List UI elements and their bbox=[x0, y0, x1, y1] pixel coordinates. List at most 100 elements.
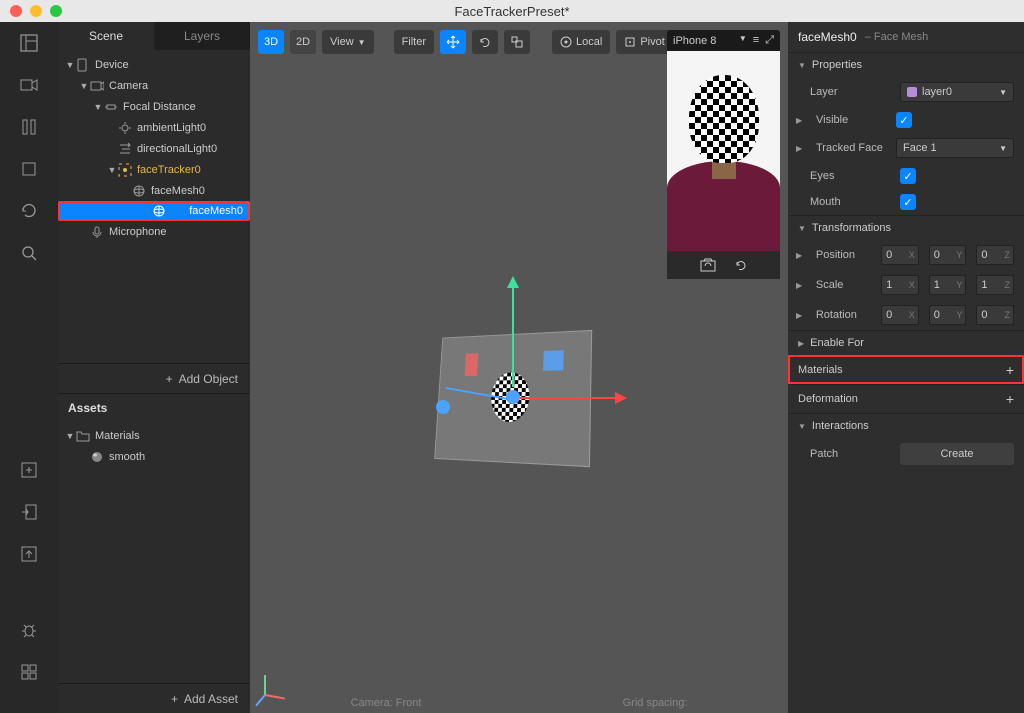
tree-item-facemesh0[interactable]: faceMesh0 bbox=[58, 180, 250, 201]
chevron-right-icon[interactable]: ▶ bbox=[796, 116, 806, 125]
section-transformations[interactable]: ▼Transformations bbox=[788, 215, 1024, 240]
zoom-window-button[interactable] bbox=[50, 5, 62, 17]
gizmo-x-axis[interactable] bbox=[515, 397, 615, 399]
chevron-down-icon[interactable]: ▼ bbox=[64, 60, 76, 70]
minimize-window-button[interactable] bbox=[30, 5, 42, 17]
tree-item-label: Camera bbox=[109, 80, 148, 92]
position-x-input[interactable]: 0X bbox=[881, 245, 919, 265]
tree-item-materials[interactable]: ▼Materials bbox=[58, 425, 250, 446]
mode-2d-button[interactable]: 2D bbox=[290, 30, 316, 54]
rotation-label: Rotation bbox=[816, 309, 871, 321]
focal-icon bbox=[104, 100, 118, 114]
mode-3d-button[interactable]: 3D bbox=[258, 30, 284, 54]
tree-item-microphone[interactable]: Microphone bbox=[58, 221, 250, 242]
section-properties[interactable]: ▼Properties bbox=[788, 52, 1024, 77]
tab-scene[interactable]: Scene bbox=[58, 22, 154, 50]
scale-z-input[interactable]: 1Z bbox=[976, 275, 1014, 295]
tree-item-facemesh0[interactable]: faceMesh0 bbox=[58, 201, 250, 221]
add-asset-button[interactable]: + Add Asset bbox=[58, 683, 250, 713]
add-object-button[interactable]: + Add Object bbox=[58, 363, 250, 393]
tree-item-ambientlight0[interactable]: ambientLight0 bbox=[58, 117, 250, 138]
position-label: Position bbox=[816, 249, 871, 261]
scale-label: Scale bbox=[816, 279, 871, 291]
rotation-z-input[interactable]: 0Z bbox=[976, 305, 1014, 325]
mouth-checkbox[interactable]: ✓ bbox=[900, 194, 916, 210]
layer-select[interactable]: layer0▼ bbox=[900, 82, 1014, 102]
local-toggle[interactable]: Local bbox=[552, 30, 610, 54]
upload-icon[interactable] bbox=[18, 543, 40, 565]
close-window-button[interactable] bbox=[10, 5, 22, 17]
preview-device-label[interactable]: iPhone 8 bbox=[673, 35, 716, 47]
move-tool-button[interactable] bbox=[440, 30, 466, 54]
rotation-x-input[interactable]: 0X bbox=[881, 305, 919, 325]
chevron-down-icon[interactable]: ▼ bbox=[78, 81, 90, 91]
tree-item-directionallight0[interactable]: directionalLight0 bbox=[58, 138, 250, 159]
menu-icon[interactable]: ≡ bbox=[753, 34, 759, 47]
chevron-down-icon: ▼ bbox=[798, 224, 806, 233]
visible-checkbox[interactable]: ✓ bbox=[896, 112, 912, 128]
scale-tool-button[interactable] bbox=[504, 30, 530, 54]
chevron-down-icon[interactable]: ▼ bbox=[106, 165, 118, 175]
add-material-button[interactable]: + bbox=[1006, 362, 1014, 378]
scale-y-input[interactable]: 1Y bbox=[929, 275, 967, 295]
chevron-right-icon[interactable]: ▶ bbox=[796, 281, 806, 290]
row-eyes: Eyes ✓ bbox=[788, 163, 1024, 189]
chevron-down-icon[interactable]: ▼ bbox=[64, 431, 76, 441]
viewport-footer: Camera: Front Grid spacing: bbox=[250, 697, 788, 709]
chevron-down-icon[interactable]: ▼ bbox=[92, 102, 104, 112]
rotate-tool-button[interactable] bbox=[472, 30, 498, 54]
export-icon[interactable] bbox=[18, 501, 40, 523]
viewport-3d[interactable]: 3D 2D View▼ Filter Local Pivot iPhone 8 … bbox=[250, 22, 788, 713]
tab-layers[interactable]: Layers bbox=[154, 22, 250, 50]
bug-icon[interactable] bbox=[18, 619, 40, 641]
gizmo-y-axis[interactable] bbox=[512, 287, 514, 387]
add-deformation-button[interactable]: + bbox=[1006, 391, 1014, 407]
assets-panel: Assets ▼Materialssmooth + Add Asset bbox=[58, 393, 250, 713]
scale-x-input[interactable]: 1X bbox=[881, 275, 919, 295]
chevron-down-icon: ▼ bbox=[999, 88, 1007, 97]
eyes-checkbox[interactable]: ✓ bbox=[900, 168, 916, 184]
filter-dropdown[interactable]: Filter bbox=[394, 30, 434, 54]
inspector-object-name[interactable]: faceMesh0 bbox=[798, 30, 857, 44]
pivot-toggle[interactable]: Pivot bbox=[616, 30, 672, 54]
chevron-right-icon[interactable]: ▶ bbox=[796, 311, 806, 320]
video-icon[interactable] bbox=[18, 74, 40, 96]
tree-item-device[interactable]: ▼Device bbox=[58, 54, 250, 75]
chevron-down-icon: ▼ bbox=[358, 38, 366, 47]
camera-switch-icon[interactable] bbox=[700, 258, 716, 272]
chevron-down-icon[interactable]: ▼ bbox=[739, 34, 747, 47]
tree-item-facetracker0[interactable]: ▼faceTracker0 bbox=[58, 159, 250, 180]
chevron-right-icon: ▶ bbox=[798, 339, 804, 348]
section-interactions[interactable]: ▼Interactions bbox=[788, 413, 1024, 438]
section-deformation[interactable]: Deformation+ bbox=[788, 384, 1024, 413]
create-patch-button[interactable]: Create bbox=[900, 443, 1014, 465]
scene-object-blue bbox=[543, 350, 564, 371]
tree-item-camera[interactable]: ▼ Camera bbox=[58, 75, 250, 96]
preview-image bbox=[667, 51, 780, 251]
tree-item-focal-distance[interactable]: ▼Focal Distance bbox=[58, 96, 250, 117]
pause-icon[interactable] bbox=[18, 116, 40, 138]
rotation-y-input[interactable]: 0Y bbox=[929, 305, 967, 325]
position-y-input[interactable]: 0Y bbox=[929, 245, 967, 265]
expand-icon[interactable]: ⤢ bbox=[765, 34, 774, 47]
search-icon[interactable] bbox=[18, 242, 40, 264]
section-enable-for[interactable]: ▶Enable For bbox=[788, 330, 1024, 355]
gizmo-center[interactable] bbox=[506, 390, 520, 404]
layout-icon[interactable] bbox=[18, 32, 40, 54]
tree-item-smooth[interactable]: smooth bbox=[58, 446, 250, 467]
gizmo-y-arrow[interactable] bbox=[507, 276, 519, 288]
tree-item-label: directionalLight0 bbox=[137, 143, 217, 155]
reset-icon[interactable] bbox=[734, 258, 748, 272]
chevron-right-icon[interactable]: ▶ bbox=[796, 251, 806, 260]
gizmo-x-arrow[interactable] bbox=[615, 392, 627, 404]
section-materials[interactable]: Materials+ bbox=[788, 355, 1024, 384]
refresh-icon[interactable] bbox=[18, 200, 40, 222]
position-z-input[interactable]: 0Z bbox=[976, 245, 1014, 265]
chevron-right-icon[interactable]: ▶ bbox=[796, 144, 806, 153]
stop-icon[interactable] bbox=[18, 158, 40, 180]
view-dropdown[interactable]: View▼ bbox=[322, 30, 374, 54]
tracked-face-select[interactable]: Face 1▼ bbox=[896, 138, 1014, 158]
add-icon[interactable] bbox=[18, 459, 40, 481]
gizmo-z-handle[interactable] bbox=[436, 400, 450, 414]
grid-icon[interactable] bbox=[18, 661, 40, 683]
